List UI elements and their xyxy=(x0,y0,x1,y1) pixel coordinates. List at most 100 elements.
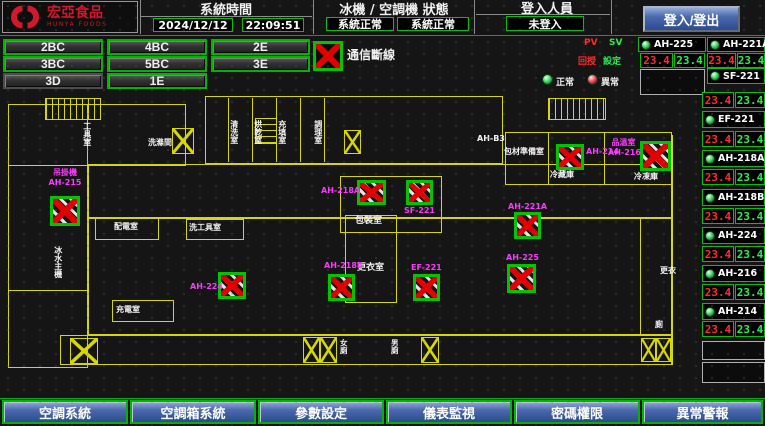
nav-button-meter-monitor[interactable]: 儀表監視 xyxy=(386,400,512,424)
plan-wall xyxy=(548,132,549,185)
unit-row-ah221a[interactable]: AH-221A xyxy=(707,37,765,52)
room-label: AH-B3 xyxy=(477,135,505,144)
elevator-icon xyxy=(344,130,361,154)
elevator-icon xyxy=(421,337,439,363)
unit-led-icon xyxy=(705,231,715,241)
device-comm-fail-ah218a[interactable] xyxy=(357,180,386,205)
device-comm-fail-ah218b[interactable] xyxy=(328,274,355,301)
unit-pv-value: 23.4 xyxy=(707,53,736,68)
nav-button-ac-system[interactable]: 空調系統 xyxy=(2,400,128,424)
unit-row-ah224[interactable]: AH-224 xyxy=(702,227,765,244)
unit-sv-value: 23.4 xyxy=(737,53,765,68)
logo: 宏亞食品 HUNYA FOODS xyxy=(2,1,138,33)
unit-row-ah218a[interactable]: AH-218A xyxy=(702,150,765,167)
device-comm-fail-ah215[interactable] xyxy=(50,196,80,226)
normal-led-icon xyxy=(542,74,553,85)
device-label: EF-221 xyxy=(411,263,442,273)
room-label: 冷藏庫 xyxy=(550,171,574,180)
room-label: 男廁 xyxy=(390,339,398,363)
device-label: AH-221A xyxy=(508,202,547,212)
unit-name: AH-224 xyxy=(718,230,757,241)
floor-button-5bc[interactable]: 5BC xyxy=(107,56,207,72)
header-bottom-line xyxy=(0,35,765,36)
floor-button-2bc[interactable]: 2BC xyxy=(3,39,103,55)
room-label: 更衣 xyxy=(660,267,676,276)
header-divider xyxy=(313,0,314,34)
nav-button-param-settings[interactable]: 參數設定 xyxy=(258,400,384,424)
room-label: 冰水主機 xyxy=(53,246,62,292)
device-comm-fail-ah225[interactable] xyxy=(507,264,536,293)
room-label: 充填室 xyxy=(277,120,286,162)
device-room: 品溫室 xyxy=(608,138,639,148)
unit-pv-value: 23.4 xyxy=(702,208,734,224)
nav-button-ahu-system[interactable]: 空調箱系統 xyxy=(130,400,256,424)
unit-name: AH-214 xyxy=(718,306,757,317)
plan-wall xyxy=(300,98,301,162)
elevator-icon xyxy=(303,337,320,363)
floor-button-3d[interactable]: 3D xyxy=(3,73,103,89)
device-comm-fail-ah216[interactable] xyxy=(640,141,671,171)
floor-button-3e[interactable]: 3E xyxy=(211,56,310,72)
unit-row-ef221[interactable]: EF-221 xyxy=(702,111,765,128)
unit-sv-value: 23.4 xyxy=(735,169,765,185)
room-label: 女廁 xyxy=(339,339,347,363)
stairs-icon xyxy=(548,98,606,120)
unit-name: AH-218B xyxy=(718,192,764,203)
device-room: 吊掛機 xyxy=(40,168,90,178)
device-label: AH-218B xyxy=(324,261,363,271)
unit-name: AH-221A xyxy=(723,39,765,50)
device-label: AH-224 xyxy=(190,282,223,292)
elevator-icon xyxy=(320,337,337,363)
room-label: 烘乾室 xyxy=(253,120,262,162)
room-label: 包裝室 xyxy=(355,217,382,227)
device-label: 吊掛機 AH-215 xyxy=(40,168,90,187)
nav-button-password-authority[interactable]: 密碼權限 xyxy=(514,400,640,424)
device-comm-fail-sf221[interactable] xyxy=(406,180,433,205)
device-comm-fail-ef221[interactable] xyxy=(413,274,440,301)
chiller-status: 系統正常 xyxy=(326,17,394,31)
room-label: 充電室 xyxy=(116,306,140,315)
unit-row-ah214[interactable]: AH-214 xyxy=(702,303,765,320)
elevator-icon xyxy=(172,128,194,154)
device-comm-fail-ah221a[interactable] xyxy=(514,212,541,239)
unit-name: EF-221 xyxy=(718,114,754,125)
login-logout-button[interactable]: 登入/登出 xyxy=(643,6,740,32)
sv-label: 設定 xyxy=(603,54,621,67)
floor-button-3bc[interactable]: 3BC xyxy=(3,56,103,72)
abnormal-led-icon xyxy=(587,74,598,85)
device-label: AH-218A xyxy=(321,186,360,196)
floor-button-2e[interactable]: 2E xyxy=(211,39,310,55)
normal-label: 正常 xyxy=(556,75,574,88)
unit-name: AH-225 xyxy=(654,39,693,50)
plan-wall xyxy=(60,335,672,365)
unit-sv-value: 23.4 xyxy=(735,208,765,224)
room-label: 配電室 xyxy=(114,223,138,232)
sv-abbr: SV xyxy=(609,38,622,48)
unit-row-ah218b[interactable]: AH-218B xyxy=(702,189,765,206)
elevator-icon xyxy=(656,338,671,362)
logo-subtitle: HUNYA FOODS xyxy=(47,22,107,28)
system-time-value: 22:09:51 xyxy=(242,18,304,32)
unit-pv-value: 23.4 xyxy=(702,131,734,147)
plan-wall xyxy=(672,135,673,365)
unit-pv-value: 23.4 xyxy=(702,169,734,185)
unit-row-ah225[interactable]: AH-225 xyxy=(638,37,706,52)
unit-row-ah216[interactable]: AH-216 xyxy=(702,265,765,282)
device-label: SF-221 xyxy=(404,206,435,216)
room-label: 工具室 xyxy=(82,122,91,162)
nav-button-alarm[interactable]: 異常警報 xyxy=(642,400,763,424)
device-comm-fail-ah214[interactable] xyxy=(556,144,584,170)
unit-row-sf221[interactable]: SF-221 xyxy=(707,68,765,84)
room-label: 冷凍庫 xyxy=(634,173,658,182)
pv-label: 回授 xyxy=(578,54,596,67)
device-id: AH-215 xyxy=(40,178,90,188)
nav-top-line xyxy=(0,398,765,399)
unit-sv-value: 23.4 xyxy=(735,92,765,108)
unit-led-icon xyxy=(705,154,715,164)
pv-abbr: PV xyxy=(584,38,598,48)
floor-button-1e[interactable]: 1E xyxy=(107,73,207,89)
unit-led-icon xyxy=(705,115,715,125)
unit-sv-value: 23.4 xyxy=(735,131,765,147)
empty-slot xyxy=(702,362,765,383)
floor-button-4bc[interactable]: 4BC xyxy=(107,39,207,55)
